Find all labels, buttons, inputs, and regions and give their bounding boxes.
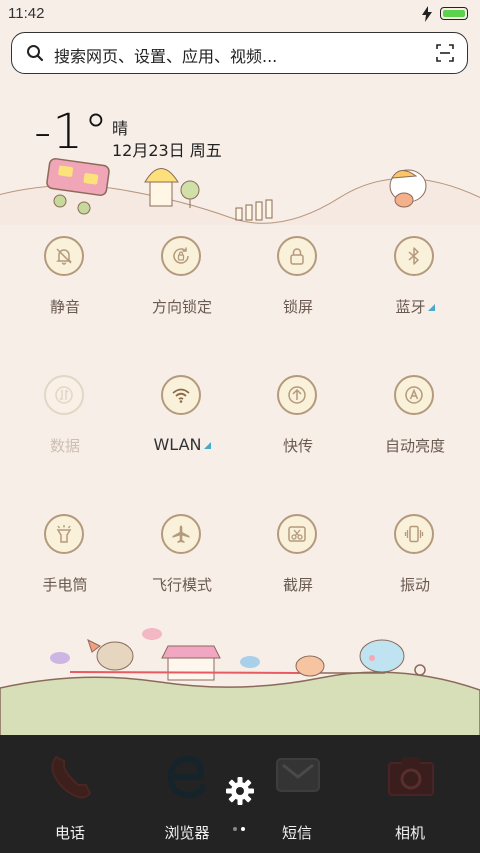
toggle-rotation-lock[interactable]: 方向锁定 [127, 236, 237, 346]
bell-off-icon [44, 236, 84, 276]
airplane-icon [161, 514, 201, 554]
bluetooth-icon [394, 236, 434, 276]
vibrate-icon [394, 514, 434, 554]
screenshot-icon [277, 514, 317, 554]
hedgehog-icon [87, 639, 134, 671]
search-bar[interactable]: 搜索网页、设置、应用、视频... [11, 32, 468, 74]
toggle-label: 振动 [399, 576, 430, 594]
toggle-airplane-mode[interactable]: 飞行模式 [127, 514, 237, 624]
toggle-mobile-data[interactable]: 数据 [10, 375, 120, 485]
page-dot-active [241, 827, 245, 831]
toggle-quick-transfer[interactable]: 快传 [243, 375, 353, 485]
toggle-wlan[interactable]: WLAN [127, 375, 237, 485]
fence-icon [235, 199, 273, 221]
dock-label: 浏览器 [164, 824, 210, 842]
status-bar: 11:42 [0, 0, 480, 28]
sun-icon [414, 664, 426, 676]
elephant-icon [359, 639, 405, 673]
scan-icon[interactable] [436, 44, 454, 62]
toggle-flashlight[interactable]: 手电筒 [10, 514, 120, 624]
toggle-lock-screen[interactable]: 锁屏 [243, 236, 353, 346]
lock-icon [277, 236, 317, 276]
gear-icon[interactable] [225, 776, 255, 806]
toggle-label: 蓝牙 [360, 296, 470, 317]
toggle-bluetooth[interactable]: 蓝牙 [360, 236, 470, 346]
rotation-lock-icon [161, 236, 201, 276]
phone-icon [51, 755, 92, 799]
toggle-label: 快传 [282, 437, 313, 455]
upload-icon [277, 375, 317, 415]
toggle-label: 自动亮度 [384, 437, 445, 455]
toggle-label: 截屏 [282, 576, 313, 594]
dock-label: 短信 [281, 824, 312, 842]
toggle-label: 飞行模式 [151, 576, 212, 594]
mushroom-house-icon [144, 168, 200, 208]
expand-indicator-icon [427, 304, 435, 311]
decorative-hill-scene-top [0, 157, 480, 225]
dock-app-phone[interactable]: 电话 [10, 735, 130, 853]
toggle-label: 锁屏 [282, 298, 313, 316]
weather-condition: 晴 [112, 119, 129, 138]
search-placeholder: 搜索网页、设置、应用、视频... [54, 47, 278, 66]
decorative-hill-scene-bottom [0, 628, 480, 740]
expand-indicator-icon [203, 442, 211, 449]
wifi-icon [161, 375, 201, 415]
dock-app-camera[interactable]: 相机 [350, 735, 470, 853]
toggle-label: 数据 [49, 437, 80, 455]
auto-brightness-icon [394, 375, 434, 415]
toggle-label: WLAN [127, 435, 237, 454]
status-time: 11:42 [8, 5, 45, 22]
search-icon [27, 45, 44, 62]
house-icon [161, 645, 221, 681]
battery-icon [440, 7, 468, 20]
toggle-label: 方向锁定 [151, 298, 212, 316]
cloud-icon [50, 628, 260, 668]
toggle-vibrate[interactable]: 振动 [360, 514, 470, 624]
browser-icon [167, 755, 206, 799]
charging-icon [422, 6, 432, 22]
page-indicator [233, 827, 247, 833]
dock-label: 电话 [54, 824, 85, 842]
mobile-data-icon [44, 375, 84, 415]
dock-app-messages[interactable]: 短信 [237, 735, 357, 853]
toggle-label: 静音 [49, 298, 80, 316]
toggle-label: 手电筒 [42, 576, 88, 594]
page-dot [233, 827, 237, 831]
flashlight-icon [44, 514, 84, 554]
toggle-mute[interactable]: 静音 [10, 236, 120, 346]
toggle-auto-brightness[interactable]: 自动亮度 [360, 375, 470, 485]
dock-label: 相机 [394, 824, 425, 842]
message-icon [276, 758, 320, 792]
snail-icon [295, 655, 325, 677]
camera-icon [388, 757, 434, 796]
toggle-screenshot[interactable]: 截屏 [243, 514, 353, 624]
